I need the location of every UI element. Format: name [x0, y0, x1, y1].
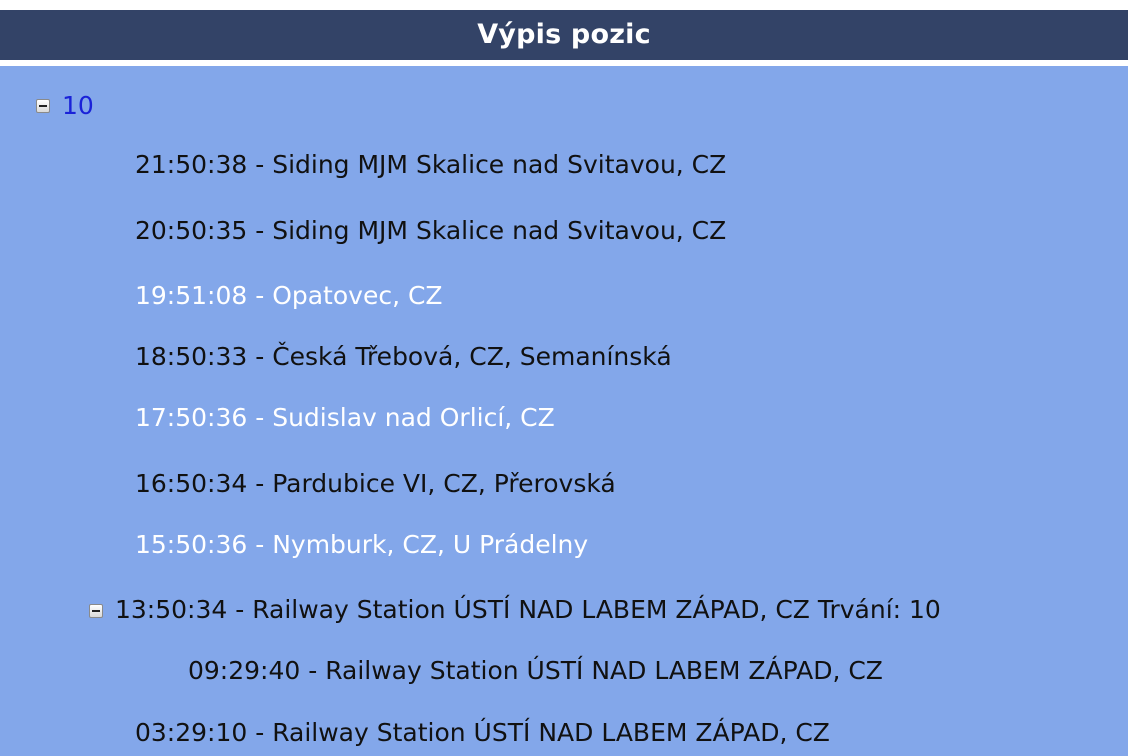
tree-item[interactable]: 15:50:36 - Nymburk, CZ, U Prádelny	[135, 527, 588, 563]
tree-item[interactable]: 21:50:38 - Siding MJM Skalice nad Svitav…	[135, 147, 726, 183]
tree-item[interactable]: 18:50:33 - Česká Třebová, CZ, Semanínská	[135, 339, 672, 375]
tree-item[interactable]: 19:51:08 - Opatovec, CZ	[135, 278, 443, 314]
tree-root-label[interactable]: 10	[62, 88, 94, 124]
positions-panel: Výpis pozic 10 21:50:38 - Siding MJM Ska…	[0, 0, 1132, 756]
tree-item[interactable]: 17:50:36 - Sudislav nad Orlicí, CZ	[135, 400, 555, 436]
tree-item[interactable]: 20:50:35 - Siding MJM Skalice nad Svitav…	[135, 213, 726, 249]
positions-tree: 10 21:50:38 - Siding MJM Skalice nad Svi…	[0, 66, 1128, 756]
panel-title: Výpis pozic	[0, 10, 1128, 60]
collapse-item-icon[interactable]	[89, 604, 103, 618]
tree-item[interactable]: 16:50:34 - Pardubice VI, CZ, Přerovská	[135, 466, 616, 502]
tree-item-expanded[interactable]: 13:50:34 - Railway Station ÚSTÍ NAD LABE…	[115, 592, 941, 628]
tree-subitem[interactable]: 09:29:40 - Railway Station ÚSTÍ NAD LABE…	[188, 653, 883, 689]
tree-item[interactable]: 03:29:10 - Railway Station ÚSTÍ NAD LABE…	[135, 715, 830, 751]
collapse-root-icon[interactable]	[36, 99, 50, 113]
